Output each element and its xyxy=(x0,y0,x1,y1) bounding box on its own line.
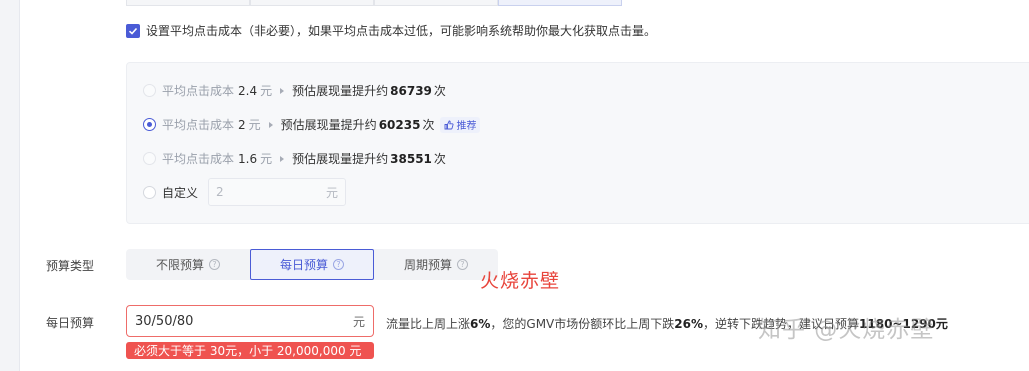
estimate-text: 预估展现量提升约 xyxy=(292,84,389,98)
estimate-value: 60235 xyxy=(378,117,421,132)
top-tab-1[interactable] xyxy=(126,0,250,6)
custom-cpc-unit: 元 xyxy=(326,185,339,200)
cpc-option-unit: 元 xyxy=(260,152,273,166)
budget-type-option-label: 周期预算 xyxy=(403,258,452,272)
budget-type-selector: 不限预算 ? 每日预算 ? 周期预算 ? xyxy=(126,249,498,280)
budget-type-option-label: 不限预算 xyxy=(155,258,204,272)
hint-value: 6% xyxy=(470,317,491,331)
help-icon[interactable]: ? xyxy=(333,259,344,270)
cpc-option-value: 2.4 xyxy=(238,83,258,98)
budget-type-option-daily[interactable]: 每日预算 ? xyxy=(250,249,374,280)
daily-budget-input[interactable]: 30/50/80 元 xyxy=(126,305,374,337)
check-icon xyxy=(128,27,138,35)
custom-option-label: 自定义 xyxy=(162,185,199,200)
estimate-unit: 次 xyxy=(433,84,446,98)
budget-type-label: 预算类型 xyxy=(46,259,95,273)
cpc-option-label: 平均点击成本 xyxy=(162,152,235,166)
cpc-option-label: 平均点击成本 xyxy=(162,84,235,98)
help-icon[interactable]: ? xyxy=(209,259,220,270)
budget-type-option-unlimited[interactable]: 不限预算 ? xyxy=(126,249,250,280)
top-tab-strip xyxy=(126,0,622,6)
daily-budget-label: 每日预算 xyxy=(46,316,95,330)
custom-cpc-value: 2 xyxy=(216,185,224,199)
hint-part: 流量比上周上涨 xyxy=(386,317,471,331)
estimate-value: 38551 xyxy=(390,151,432,166)
cpc-option-custom-radio[interactable] xyxy=(143,185,156,199)
left-panel-edge xyxy=(0,0,20,371)
estimate-value: 86739 xyxy=(390,83,432,98)
caret-right-icon xyxy=(280,155,285,162)
caret-right-icon xyxy=(280,87,285,94)
cpc-setting-row: 设置平均点击成本（非必要），如果平均点击成本过低，可能影响系统帮助你最大化获取点… xyxy=(126,22,656,39)
zhihu-watermark: 知乎 @火烧赤壁 xyxy=(758,317,935,343)
caret-right-icon xyxy=(268,121,273,128)
thumbs-up-icon xyxy=(445,120,454,129)
cpc-option-1-radio[interactable] xyxy=(143,84,156,97)
custom-cpc-input[interactable]: 2 元 xyxy=(208,178,347,206)
budget-error-message: 必须大于等于 30元，小于 20,000,000 元 xyxy=(126,342,374,359)
cpc-option-custom[interactable]: 自定义 2 元 xyxy=(143,178,347,206)
daily-budget-value: 30/50/80 xyxy=(135,313,194,329)
cpc-option-label: 平均点击成本 xyxy=(162,118,235,132)
help-icon[interactable]: ? xyxy=(457,259,468,270)
cpc-option-2-radio[interactable] xyxy=(143,118,156,131)
top-tab-3[interactable] xyxy=(374,0,498,6)
estimate-text: 预估展现量提升约 xyxy=(280,118,377,132)
cpc-option-unit: 元 xyxy=(248,118,261,132)
cpc-option-unit: 元 xyxy=(260,84,273,98)
cpc-option-value: 2 xyxy=(238,117,246,132)
recommended-badge: 推荐 xyxy=(440,116,481,133)
hint-part: ，您的GMV市场份额环比上周下跌 xyxy=(490,317,675,331)
estimate-unit: 次 xyxy=(422,118,435,132)
author-watermark: 火烧赤壁 xyxy=(480,270,561,292)
hint-value: 26% xyxy=(674,317,703,331)
cpc-setting-checkbox[interactable] xyxy=(126,23,140,38)
budget-type-option-label: 每日预算 xyxy=(279,258,328,272)
cpc-option-value: 1.6 xyxy=(238,151,258,166)
estimate-unit: 次 xyxy=(433,152,446,166)
cpc-option-2[interactable]: 平均点击成本 2 元 预估展现量提升约 60235 次 推荐 xyxy=(143,116,481,133)
top-tab-2[interactable] xyxy=(250,0,374,6)
recommended-badge-label: 推荐 xyxy=(456,121,477,132)
cpc-option-3[interactable]: 平均点击成本 1.6 元 预估展现量提升约 38551 次 xyxy=(143,150,446,167)
top-tab-4[interactable] xyxy=(498,0,622,6)
cpc-option-1[interactable]: 平均点击成本 2.4 元 预估展现量提升约 86739 次 xyxy=(143,82,446,99)
cpc-options-panel: 平均点击成本 2.4 元 预估展现量提升约 86739 次 平均点击成本 2 元… xyxy=(126,62,1029,224)
daily-budget-unit: 元 xyxy=(352,314,365,329)
estimate-text: 预估展现量提升约 xyxy=(292,152,389,166)
cpc-setting-label: 设置平均点击成本（非必要），如果平均点击成本过低，可能影响系统帮助你最大化获取点… xyxy=(146,24,657,38)
cpc-option-3-radio[interactable] xyxy=(143,152,156,165)
